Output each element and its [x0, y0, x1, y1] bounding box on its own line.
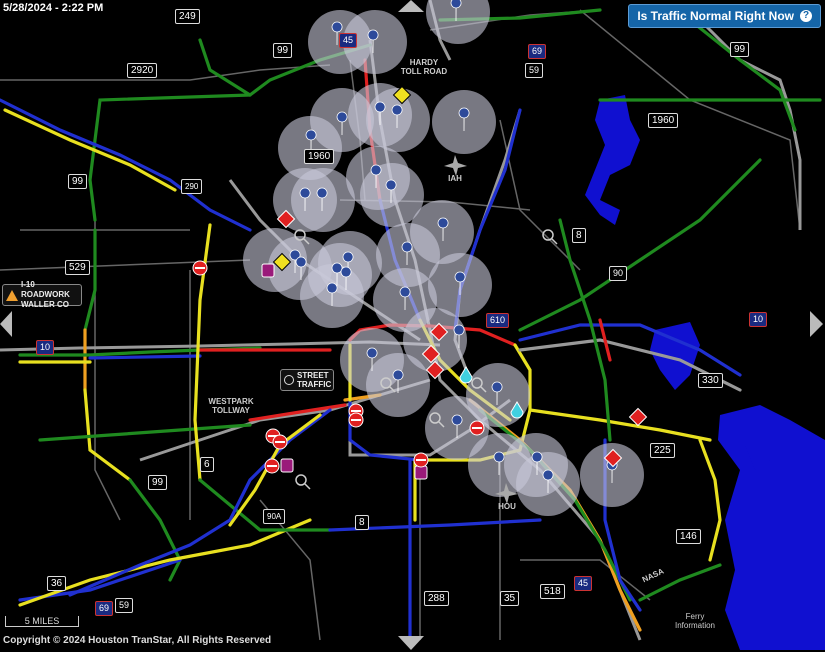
westpark-line2: TOLLWAY — [212, 406, 250, 415]
route-sign: 146 — [676, 529, 701, 544]
route-sign: 90 — [609, 266, 628, 281]
route-sign: 1960 — [304, 149, 335, 164]
street-line1: STREET — [297, 371, 329, 380]
roadwork-card-text: I-10 ROADWORK WALLER CO — [21, 280, 78, 310]
roadwork-line1: I-10 ROADWORK — [21, 280, 70, 299]
westpark-line1: WESTPARK — [208, 397, 254, 406]
route-sign: 2920 — [127, 63, 158, 78]
route-sign: 90A — [263, 509, 286, 524]
route-sign: 249 — [175, 9, 200, 24]
pan-right-arrow-icon[interactable] — [810, 311, 823, 337]
interstate-shield: 69 — [95, 601, 114, 616]
route-sign: 99 — [730, 42, 750, 57]
route-sign: 6 — [200, 457, 214, 472]
interstate-shield: 10 — [36, 340, 55, 355]
iah-label: IAH — [448, 174, 462, 183]
hardy-line2: TOLL ROAD — [400, 67, 448, 76]
us-route-shield: 59 — [115, 598, 134, 613]
route-sign: 8 — [355, 515, 369, 530]
interstate-shield: 45 — [339, 33, 358, 48]
hou-label: HOU — [498, 502, 516, 511]
pan-down-arrow-icon[interactable] — [398, 636, 424, 650]
hardy-toll-label: HARDY TOLL ROAD — [398, 58, 450, 76]
hardy-line1: HARDY — [409, 58, 439, 67]
interstate-shield: 610 — [486, 313, 510, 328]
timestamp: 5/28/2024 - 2:22 PM — [3, 2, 104, 14]
route-sign: 99 — [273, 43, 293, 58]
roadwork-card[interactable]: I-10 ROADWORK WALLER CO — [2, 280, 82, 309]
pan-left-arrow-icon[interactable] — [0, 311, 12, 337]
route-sign: 8 — [572, 228, 586, 243]
route-sign: 529 — [65, 260, 90, 275]
route-sign: 1960 — [648, 113, 679, 128]
pan-up-arrow-icon[interactable] — [398, 0, 424, 12]
route-sign: 36 — [47, 576, 67, 591]
route-sign: 99 — [148, 475, 168, 490]
street-card-text: STREET TRAFFIC — [297, 371, 331, 389]
route-sign: 99 — [68, 174, 88, 189]
traffic-normal-button[interactable]: Is Traffic Normal Right Now ? — [628, 4, 821, 28]
ferry-line2: Information — [674, 621, 716, 630]
warning-icon — [6, 289, 18, 301]
traffic-map[interactable] — [0, 0, 825, 652]
interstate-shield: 45 — [574, 576, 593, 591]
street-line2: TRAFFIC — [297, 380, 332, 389]
route-sign: 330 — [698, 373, 723, 388]
ferry-line1: Ferry — [685, 612, 705, 621]
roadwork-line2: WALLER CO — [21, 300, 69, 309]
westpark-label: WESTPARK TOLLWAY — [205, 397, 257, 415]
route-sign: 288 — [424, 591, 449, 606]
street-traffic-button[interactable]: STREET TRAFFIC — [280, 369, 334, 391]
route-sign: 290 — [181, 179, 203, 194]
route-sign: 35 — [500, 591, 520, 606]
route-sign: 225 — [650, 443, 675, 458]
scale-bar: 5 MILES — [5, 616, 79, 627]
traffic-normal-label: Is Traffic Normal Right Now — [637, 9, 794, 23]
route-sign: 518 — [540, 584, 565, 599]
interstate-shield: 69 — [528, 44, 547, 59]
us-route-shield: 59 — [525, 63, 544, 78]
ferry-info-button[interactable]: Ferry Information — [672, 612, 718, 630]
help-icon: ? — [800, 10, 812, 22]
copyright: Copyright © 2024 Houston TranStar, All R… — [3, 635, 272, 646]
magnifier-icon — [284, 375, 294, 385]
interstate-shield: 10 — [749, 312, 768, 327]
